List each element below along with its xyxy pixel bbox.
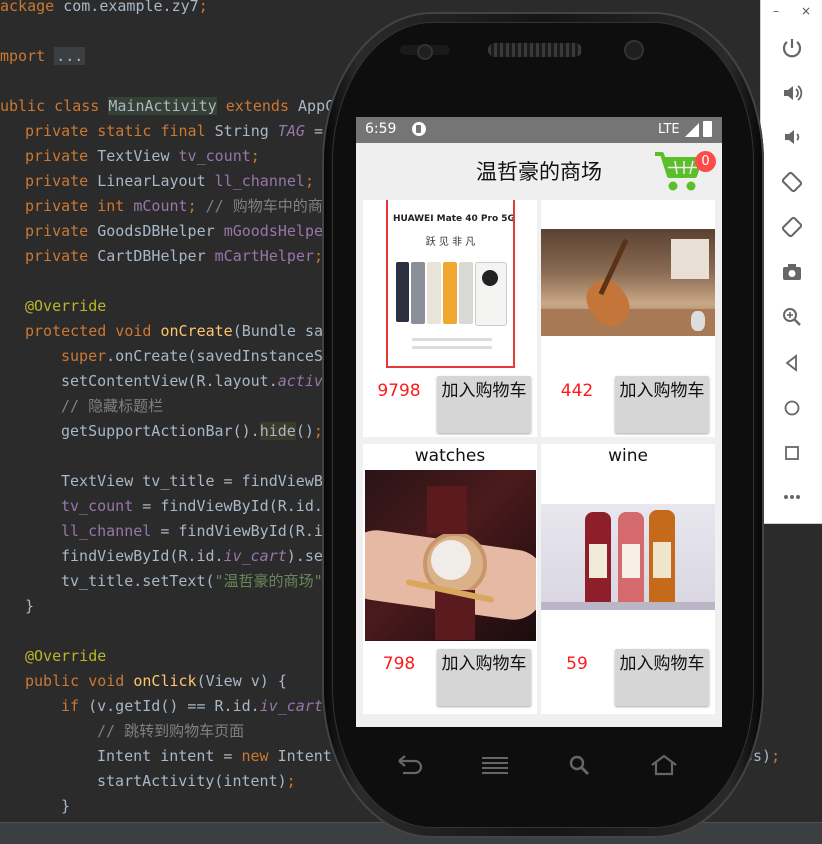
product-image-text: HUAWEI Mate 40 Pro 5G bbox=[393, 214, 515, 224]
add-to-cart-button[interactable]: 加入购物车 bbox=[437, 376, 531, 433]
emulator-toolbar: – × bbox=[760, 0, 822, 524]
code-line: findViewById(R.id.iv_cart).set bbox=[61, 547, 332, 565]
code-line: } bbox=[25, 597, 35, 615]
product-card: watches 798 加入购物车 bbox=[363, 444, 537, 714]
code-line: super.onCreate(savedInstanceS bbox=[61, 347, 323, 365]
code-line: // 跳转到购物车页面 bbox=[97, 722, 245, 740]
home-icon[interactable] bbox=[775, 391, 809, 425]
code-line: private CartDBHelper mCartHelper; bbox=[25, 247, 324, 265]
code-line: if (v.getId() == R.id.iv_cart bbox=[61, 697, 323, 715]
cart-button[interactable]: 0 bbox=[653, 148, 716, 196]
code-line: ublic class MainActivity extends AppC bbox=[0, 97, 335, 115]
overview-icon[interactable] bbox=[775, 436, 809, 470]
signal-icon bbox=[685, 123, 699, 141]
product-price: 9798 bbox=[377, 381, 421, 401]
home-key-icon[interactable] bbox=[644, 745, 684, 785]
network-type: LTE bbox=[658, 122, 680, 137]
add-to-cart-button[interactable]: 加入购物车 bbox=[437, 649, 531, 706]
screenshot-icon[interactable] bbox=[775, 255, 809, 289]
product-image bbox=[541, 504, 715, 610]
code-line: private int mCount; // 购物车中的商 bbox=[25, 197, 323, 215]
back-key-icon[interactable] bbox=[390, 745, 430, 785]
cart-count-badge: 0 bbox=[695, 151, 716, 172]
code-line: setContentView(R.layout.activ bbox=[61, 372, 323, 390]
code-line: private static final String TAG = bbox=[25, 122, 324, 140]
code-line: ll_channel = findViewById(R.id bbox=[61, 522, 332, 540]
code-line: startActivity(intent); bbox=[97, 772, 296, 790]
zoom-icon[interactable] bbox=[775, 300, 809, 334]
code-line: TextView tv_title = findViewBy bbox=[61, 472, 332, 490]
code-line: Intent intent = new Intent bbox=[97, 747, 332, 765]
product-image-slogan: 跃 见 非 凡 bbox=[425, 237, 476, 248]
product-image bbox=[365, 470, 536, 641]
code-line: tv_count = findViewById(R.id. bbox=[61, 497, 323, 515]
search-key-icon[interactable] bbox=[559, 745, 599, 785]
code-line: private GoodsDBHelper mGoodsHelpe bbox=[25, 222, 324, 240]
volume-up-icon[interactable] bbox=[775, 76, 809, 110]
code-line: @Override bbox=[25, 297, 107, 315]
product-image: HUAWEI Mate 40 Pro 5G 跃 见 非 凡 bbox=[386, 200, 515, 368]
code-line: getSupportActionBar().hide(); bbox=[61, 422, 323, 440]
product-card: HUAWEI Mate 40 Pro 5G 跃 见 非 凡 9798 加入购物车 bbox=[363, 200, 537, 437]
notification-icon bbox=[412, 122, 426, 136]
product-price: 442 bbox=[560, 381, 594, 401]
hardware-nav-bar bbox=[380, 745, 700, 785]
light-sensor-icon bbox=[624, 40, 644, 60]
front-camera-icon bbox=[417, 44, 433, 60]
code-line: // 隐藏标题栏 bbox=[61, 397, 164, 415]
shopping-cart-icon bbox=[655, 152, 703, 191]
power-icon[interactable] bbox=[775, 31, 809, 65]
product-card: wine 59 加入购物车 bbox=[541, 444, 715, 714]
code-line: private LinearLayout ll_channel; bbox=[25, 172, 314, 190]
back-icon[interactable] bbox=[775, 346, 809, 380]
phone-screen: 6:59 LTE 温哲豪的商场 0 HUAWEI Mate 40 Pro 5G … bbox=[356, 117, 722, 727]
volume-down-icon[interactable] bbox=[775, 120, 809, 154]
close-button[interactable]: × bbox=[801, 4, 811, 18]
android-status-bar: 6:59 LTE bbox=[356, 117, 722, 143]
minimize-button[interactable]: – bbox=[773, 4, 779, 18]
product-card: 442 加入购物车 bbox=[541, 200, 715, 437]
code-line: private TextView tv_count; bbox=[25, 147, 260, 165]
product-name: watches bbox=[414, 446, 486, 466]
product-grid: HUAWEI Mate 40 Pro 5G 跃 见 非 凡 9798 加入购物车 bbox=[356, 200, 722, 727]
status-time: 6:59 bbox=[365, 121, 397, 137]
code-line: @Override bbox=[25, 647, 107, 665]
battery-icon bbox=[703, 121, 712, 137]
product-name: wine bbox=[608, 446, 648, 466]
app-header: 温哲豪的商场 0 bbox=[356, 143, 722, 200]
product-image bbox=[541, 229, 715, 336]
code-line: mport ... bbox=[0, 47, 86, 65]
rotate-right-icon[interactable] bbox=[775, 210, 809, 244]
product-price: 59 bbox=[566, 654, 588, 674]
product-price: 798 bbox=[382, 654, 416, 674]
code-line: tv_title.setText("温哲豪的商场" bbox=[61, 572, 323, 590]
rotate-left-icon[interactable] bbox=[775, 165, 809, 199]
menu-key-icon[interactable] bbox=[475, 745, 515, 785]
code-line: ackage com.example.zy7; bbox=[0, 0, 208, 15]
add-to-cart-button[interactable]: 加入购物车 bbox=[615, 649, 709, 706]
more-icon[interactable] bbox=[775, 480, 809, 514]
earpiece-speaker bbox=[488, 43, 582, 57]
code-line: public void onClick(View v) { bbox=[25, 672, 287, 690]
code-line: } bbox=[61, 797, 71, 815]
code-line: protected void onCreate(Bundle sa bbox=[25, 322, 324, 340]
add-to-cart-button[interactable]: 加入购物车 bbox=[615, 376, 709, 433]
